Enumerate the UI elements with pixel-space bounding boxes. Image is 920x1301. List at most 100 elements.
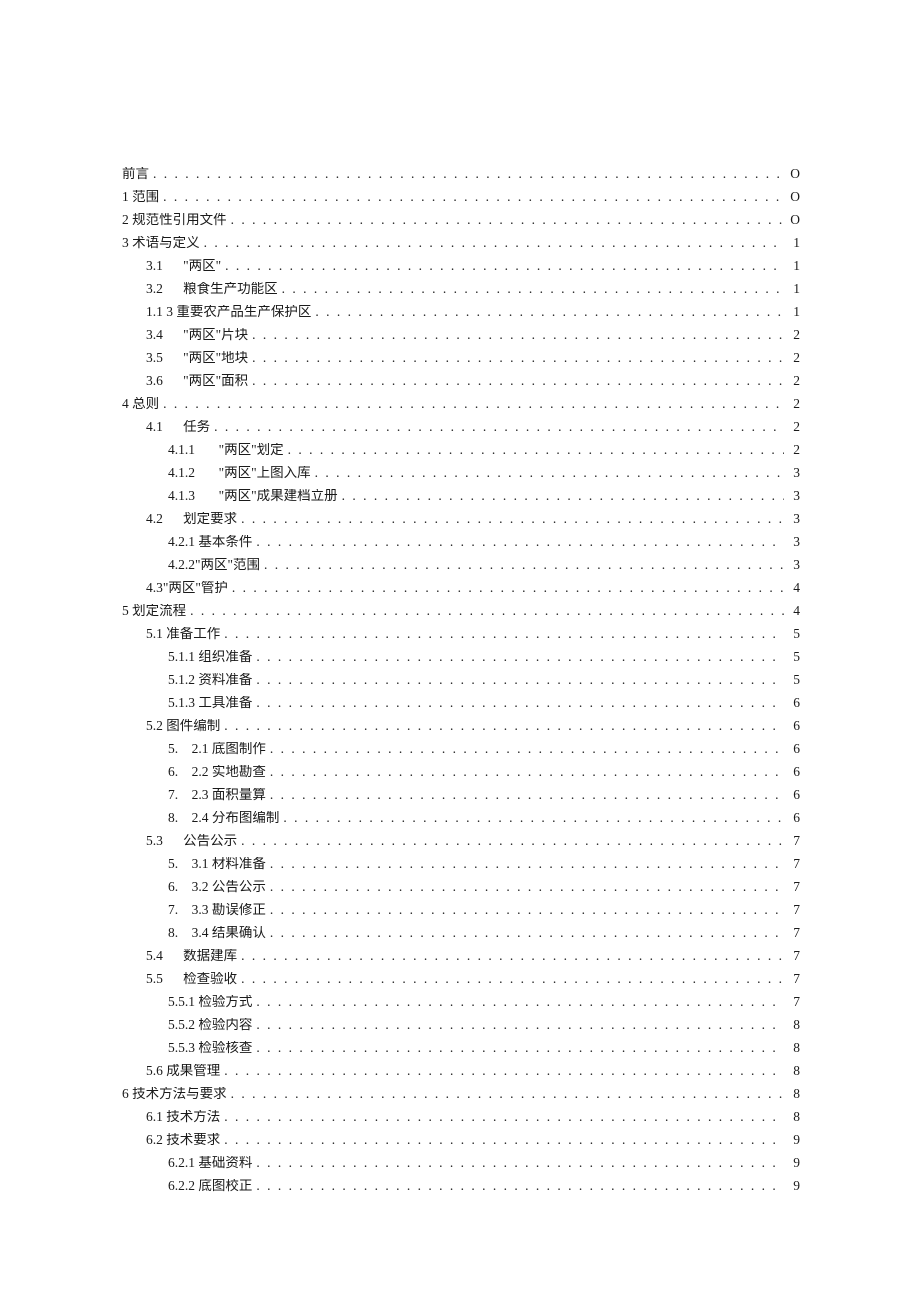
- toc-entry-label: 5.4 数据建库: [146, 949, 237, 963]
- toc-entry-page: 1: [784, 305, 800, 319]
- toc-entry: 6. 2.2 实地勘查6: [122, 765, 800, 779]
- toc-entry: 6.2.1 基础资料 9: [122, 1156, 800, 1170]
- toc-entry: 4.3"两区"管护4: [122, 581, 800, 595]
- toc-leader-dots: [220, 1110, 784, 1124]
- toc-leader-dots: [252, 673, 784, 687]
- toc-leader-dots: [248, 328, 784, 342]
- toc-entry-page: 2: [784, 443, 800, 457]
- toc-entry: 5.1.3 工具准备6: [122, 696, 800, 710]
- toc-entry-label: 5.2 图件编制: [146, 719, 220, 733]
- toc-entry-label: 6. 3.2 公告公示: [168, 880, 266, 894]
- toc-entry: 4.1.3 "两区"成果建档立册3: [122, 489, 800, 503]
- toc-entry-page: 3: [784, 535, 800, 549]
- toc-entry: 3.4 "两区"片块2: [122, 328, 800, 342]
- toc-entry-page: 8: [784, 1087, 800, 1101]
- toc-entry: 7. 2.3 面积量算6: [122, 788, 800, 802]
- toc-entry-label: 5.5.3 检验核查: [168, 1041, 252, 1055]
- toc-entry-page: 9: [784, 1179, 800, 1193]
- toc-entry-page: 9: [784, 1133, 800, 1147]
- toc-entry-page: 4: [784, 604, 800, 618]
- toc-entry-page: 7: [784, 995, 800, 1009]
- toc-leader-dots: [248, 351, 784, 365]
- toc-entry-page: 9: [784, 1156, 800, 1170]
- toc-entry-page: 7: [784, 972, 800, 986]
- toc-leader-dots: [252, 995, 784, 1009]
- toc-entry-label: 2 规范性引用文件: [122, 213, 227, 227]
- toc-entry-label: 8. 2.4 分布图编制: [168, 811, 279, 825]
- toc-entry: 4.1 任务2: [122, 420, 800, 434]
- toc-entry: 5.1.2 资料准备5: [122, 673, 800, 687]
- toc-entry: 5.5.2 检验内容8: [122, 1018, 800, 1032]
- toc-leader-dots: [220, 627, 784, 641]
- toc-entry-page: 6: [784, 742, 800, 756]
- toc-entry-label: 3.6 "两区"面积: [146, 374, 248, 388]
- toc-entry-label: 5.6 成果管理: [146, 1064, 220, 1078]
- toc-entry-page: 4: [784, 581, 800, 595]
- toc-entry-label: 6. 2.2 实地勘查: [168, 765, 266, 779]
- toc-leader-dots: [237, 972, 784, 986]
- toc-leader-dots: [260, 558, 784, 572]
- toc-entry-label: 5.5 检查验收: [146, 972, 237, 986]
- toc-entry: 3.6 "两区"面积 2: [122, 374, 800, 388]
- toc-leader-dots: [284, 443, 784, 457]
- toc-entry: 5.5.1 检验方式7: [122, 995, 800, 1009]
- toc-entry-label: 8. 3.4 结果确认: [168, 926, 266, 940]
- toc-entry: 4.2.2"两区"范围3: [122, 558, 800, 572]
- toc-entry: 3.1 "两区"1: [122, 259, 800, 273]
- toc-leader-dots: [159, 190, 784, 204]
- toc-entry-page: 5: [784, 673, 800, 687]
- toc-entry: 5. 3.1 材料准备 7: [122, 857, 800, 871]
- toc-entry: 4.1.2 "两区"上图入库3: [122, 466, 800, 480]
- toc-entry-label: 4.1.1 "两区"划定: [168, 443, 284, 457]
- toc-entry: 5.1.1 组织准备5: [122, 650, 800, 664]
- toc-leader-dots: [149, 167, 784, 181]
- toc-entry: 2 规范性引用文件O: [122, 213, 800, 227]
- toc-entry-page: 3: [784, 489, 800, 503]
- toc-entry: 5.2 图件编制 6: [122, 719, 800, 733]
- toc-entry-label: 6.2.1 基础资料: [168, 1156, 252, 1170]
- toc-leader-dots: [252, 1018, 784, 1032]
- toc-leader-dots: [266, 880, 784, 894]
- toc-entry-page: 3: [784, 558, 800, 572]
- toc-entry-label: 5. 3.1 材料准备: [168, 857, 266, 871]
- toc-entry-page: 7: [784, 857, 800, 871]
- toc-entry: 5.5.3 检验核查8: [122, 1041, 800, 1055]
- toc-entry-label: 5.5.2 检验内容: [168, 1018, 252, 1032]
- toc-entry-label: 3.5 "两区"地块: [146, 351, 248, 365]
- toc-entry-page: 5: [784, 627, 800, 641]
- toc-entry-page: 1: [784, 236, 800, 250]
- toc-entry: 5.4 数据建库7: [122, 949, 800, 963]
- toc-leader-dots: [279, 811, 784, 825]
- toc-entry: 8. 2.4 分布图编制6: [122, 811, 800, 825]
- toc-leader-dots: [266, 765, 784, 779]
- toc-entry-page: 6: [784, 719, 800, 733]
- toc-entry-page: 1: [784, 259, 800, 273]
- toc-entry-page: 6: [784, 696, 800, 710]
- toc-entry-page: 7: [784, 926, 800, 940]
- toc-entry-label: 3.2 粮食生产功能区: [146, 282, 278, 296]
- toc-entry: 5.3 公告公示7: [122, 834, 800, 848]
- toc-leader-dots: [338, 489, 784, 503]
- toc-entry-page: 3: [784, 466, 800, 480]
- toc-entry-page: 2: [784, 328, 800, 342]
- toc-entry-page: O: [784, 167, 800, 181]
- toc-leader-dots: [266, 857, 784, 871]
- toc-leader-dots: [200, 236, 784, 250]
- toc-leader-dots: [248, 374, 784, 388]
- toc-entry-label: 3 术语与定义: [122, 236, 200, 250]
- toc-leader-dots: [266, 926, 784, 940]
- toc-leader-dots: [210, 420, 784, 434]
- toc-entry: 前言O: [122, 167, 800, 181]
- toc-entry-page: 7: [784, 903, 800, 917]
- toc-entry: 3 术语与定义 1: [122, 236, 800, 250]
- toc-entry-page: 7: [784, 880, 800, 894]
- toc-entry-page: 2: [784, 374, 800, 388]
- toc-leader-dots: [252, 1156, 784, 1170]
- toc-entry: 6 技术方法与要求8: [122, 1087, 800, 1101]
- toc-entry-label: 7. 3.3 勘误修正: [168, 903, 266, 917]
- toc-entry-page: 1: [784, 282, 800, 296]
- toc-leader-dots: [220, 719, 784, 733]
- toc-entry: 8. 3.4 结果确认 7: [122, 926, 800, 940]
- toc-leader-dots: [252, 535, 784, 549]
- toc-entry: 7. 3.3 勘误修正 7: [122, 903, 800, 917]
